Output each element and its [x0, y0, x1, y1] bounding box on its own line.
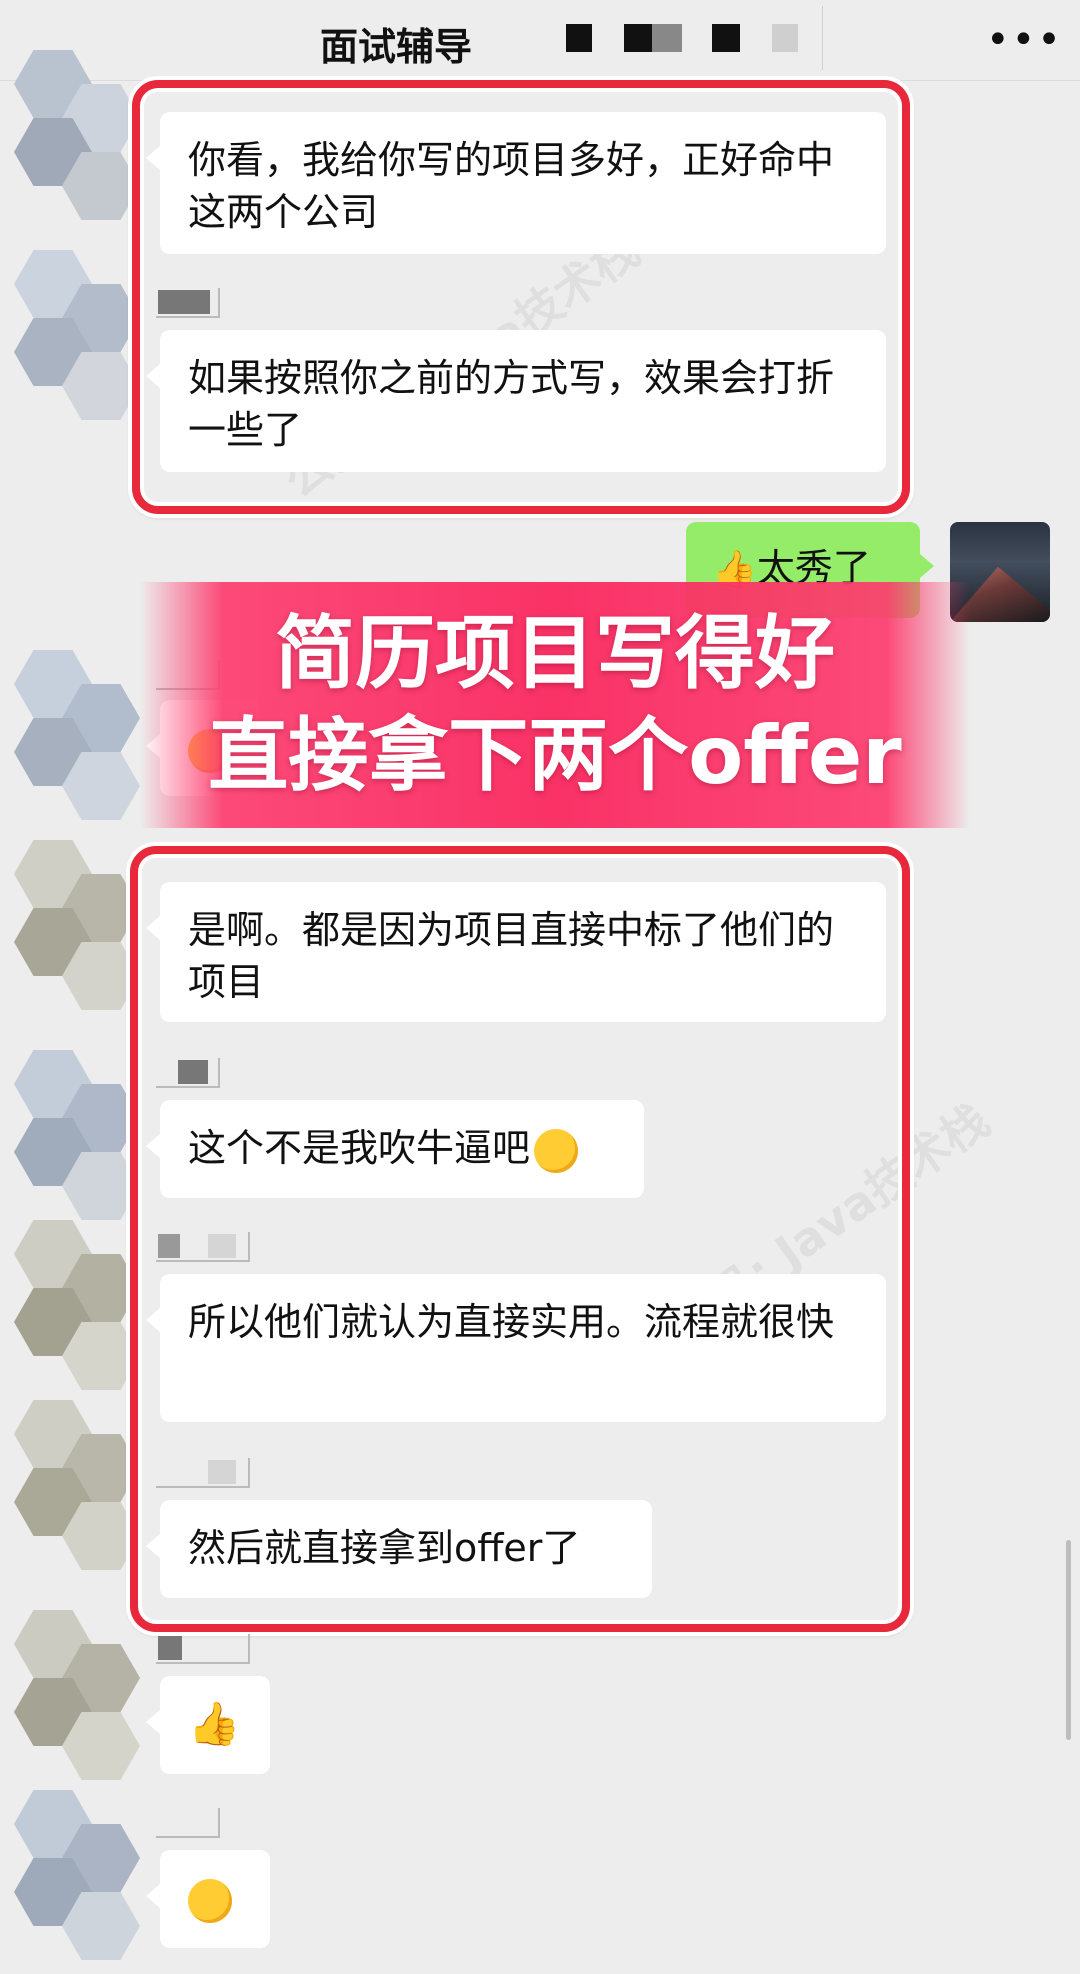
censored-name-block: [624, 24, 652, 52]
bubble-tail: [146, 1884, 160, 1908]
thumbs-up-emoji: 👍: [188, 1699, 241, 1748]
highlight-frame: [130, 846, 910, 1632]
banner-line-1: 简历项目写得好: [275, 607, 835, 700]
chat-header: 面试辅导 •••: [0, 0, 1080, 81]
highlight-frame: [132, 80, 910, 514]
grinning-emoji: [188, 1878, 232, 1923]
message-bubble[interactable]: [146, 1850, 270, 1948]
scrollbar[interactable]: [1066, 1540, 1071, 1740]
censored-name-block: [652, 24, 682, 52]
censored-name-block: [772, 24, 798, 52]
censored-name-block: [566, 24, 592, 52]
bubble-tail: [920, 554, 934, 578]
censored-sender-name: [156, 1808, 220, 1838]
banner-line-2: 直接拿下两个offer: [208, 709, 902, 802]
message-bubble[interactable]: 👍: [146, 1676, 270, 1774]
bubble-tail: [146, 1710, 160, 1734]
promo-banner: 简历项目写得好 直接拿下两个offer: [140, 582, 970, 828]
pixelated-avatars: [0, 40, 150, 1974]
chat-title: 面试辅导: [320, 25, 473, 69]
more-horizontal-icon[interactable]: •••: [986, 20, 1063, 60]
header-divider: [822, 6, 823, 70]
censored-sender-name: [156, 1634, 250, 1664]
censored-name-block: [712, 24, 740, 52]
